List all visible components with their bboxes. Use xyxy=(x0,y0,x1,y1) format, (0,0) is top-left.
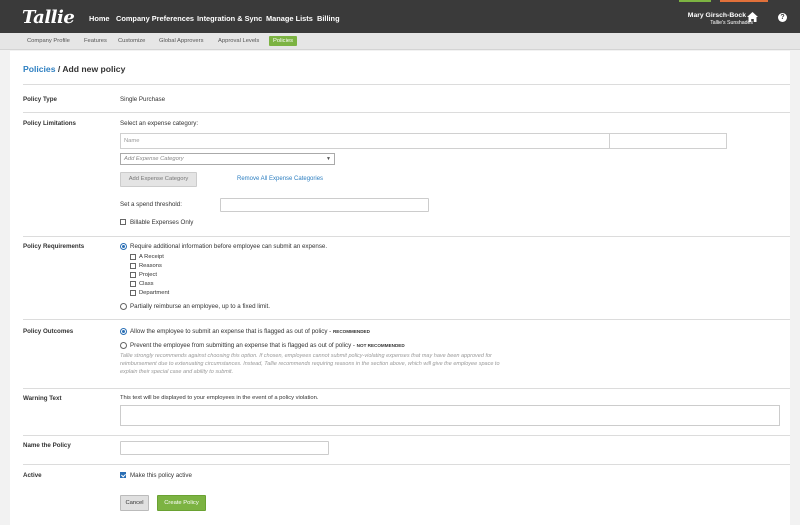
accent-bar-orange xyxy=(720,0,768,2)
expense-category-table: Name xyxy=(120,133,727,149)
policy-outcomes-label: Policy Outcomes xyxy=(23,328,74,335)
policy-limitations-label: Policy Limitations xyxy=(23,120,76,127)
partial-reimburse-label: Partially reimburse an employee, up to a… xyxy=(130,303,270,310)
accent-bar-green xyxy=(679,0,711,2)
tab-policies[interactable]: Policies xyxy=(269,36,297,46)
partial-reimburse-radio[interactable] xyxy=(120,303,127,310)
policy-type-value: Single Purchase xyxy=(120,96,166,103)
department-label: Department xyxy=(139,290,170,296)
class-label: Class xyxy=(139,281,154,287)
user-menu[interactable]: Mary Girsch-Bock⌄ Tallie's Sunshades xyxy=(688,12,753,26)
spend-threshold-input[interactable] xyxy=(220,198,429,212)
active-checkbox[interactable] xyxy=(120,472,126,478)
breadcrumb-policies-link[interactable]: Policies xyxy=(23,64,55,74)
page-title: Policies / Add new policy xyxy=(23,64,125,74)
divider xyxy=(23,435,790,436)
top-navbar: Tallie Home Company Preferences Integrat… xyxy=(0,0,800,33)
main-content: Policies / Add new policy Policy Type Si… xyxy=(10,51,790,525)
create-policy-button[interactable]: Create Policy xyxy=(157,495,206,511)
billable-only-checkbox[interactable] xyxy=(120,219,126,225)
divider xyxy=(23,319,790,320)
divider xyxy=(23,236,790,237)
prevent-option-hint: Tallie strongly recommends against choos… xyxy=(120,353,500,375)
table-column-divider xyxy=(609,134,610,148)
receipt-label: A Receipt xyxy=(139,254,164,260)
expense-category-intro: Select an expense category: xyxy=(120,120,199,127)
tab-features[interactable]: Features xyxy=(84,38,107,44)
policy-name-input[interactable] xyxy=(120,441,329,455)
active-label: Active xyxy=(23,472,42,479)
add-expense-category-button[interactable]: Add Expense Category xyxy=(120,172,197,187)
class-checkbox[interactable] xyxy=(130,281,136,287)
expense-category-select[interactable]: Add Expense Category ▼ xyxy=(120,153,335,165)
policy-requirements-label: Policy Requirements xyxy=(23,243,85,250)
prevent-flagged-label: Prevent the employee from submitting an … xyxy=(130,342,405,349)
department-checkbox[interactable] xyxy=(130,290,136,296)
company-name: Tallie's Sunshades xyxy=(710,20,753,26)
spend-threshold-label: Set a spend threshold: xyxy=(120,201,182,208)
select-placeholder: Add Expense Category xyxy=(124,156,184,162)
sub-navbar: Company Profile Features Customize Globa… xyxy=(0,33,800,50)
warning-text-label: Warning Text xyxy=(23,395,62,402)
remove-all-categories-link[interactable]: Remove All Expense Categories xyxy=(237,176,323,182)
nav-integration-sync[interactable]: Integration & Sync xyxy=(197,14,262,23)
breadcrumb-current: / Add new policy xyxy=(55,64,126,74)
active-checkbox-label: Make this policy active xyxy=(130,472,192,479)
nav-billing[interactable]: Billing xyxy=(317,14,340,23)
billable-only-label: Billable Expenses Only xyxy=(130,219,194,226)
tab-global-approvers[interactable]: Global Approvers xyxy=(159,38,203,44)
recommended-badge: RECOMMENDED xyxy=(332,329,370,334)
table-header-name: Name xyxy=(124,138,140,144)
project-label: Project xyxy=(139,272,158,278)
reasons-checkbox[interactable] xyxy=(130,263,136,269)
require-info-radio[interactable] xyxy=(120,243,127,250)
warning-text-description: This text will be displayed to your empl… xyxy=(120,395,319,401)
nav-home[interactable]: Home xyxy=(89,14,110,23)
project-checkbox[interactable] xyxy=(130,272,136,278)
policy-name-label: Name the Policy xyxy=(23,442,71,449)
tallie-logo[interactable]: Tallie xyxy=(22,7,75,28)
require-info-label: Require additional information before em… xyxy=(130,243,328,250)
policy-type-label: Policy Type xyxy=(23,96,57,103)
reasons-label: Reasons xyxy=(139,263,162,269)
allow-flagged-radio[interactable] xyxy=(120,328,127,335)
nav-company-preferences[interactable]: Company Preferences xyxy=(116,14,194,23)
home-icon[interactable] xyxy=(747,12,758,22)
help-icon[interactable]: ? xyxy=(778,13,787,22)
user-name: Mary Girsch-Bock xyxy=(687,12,746,19)
warning-text-input[interactable] xyxy=(120,405,780,426)
divider xyxy=(23,464,790,465)
tab-customize[interactable]: Customize xyxy=(118,38,145,44)
divider xyxy=(23,112,790,113)
cancel-button[interactable]: Cancel xyxy=(120,495,149,511)
tab-company-profile[interactable]: Company Profile xyxy=(27,38,70,44)
divider xyxy=(23,388,790,389)
not-recommended-badge: NOT RECOMMENDED xyxy=(356,343,405,348)
tab-approval-levels[interactable]: Approval Levels xyxy=(218,38,259,44)
nav-manage-lists[interactable]: Manage Lists xyxy=(266,14,313,23)
receipt-checkbox[interactable] xyxy=(130,254,136,260)
allow-flagged-label: Allow the employee to submit an expense … xyxy=(130,328,370,335)
divider xyxy=(23,84,790,85)
chevron-down-icon: ▼ xyxy=(326,156,331,162)
prevent-flagged-radio[interactable] xyxy=(120,342,127,349)
